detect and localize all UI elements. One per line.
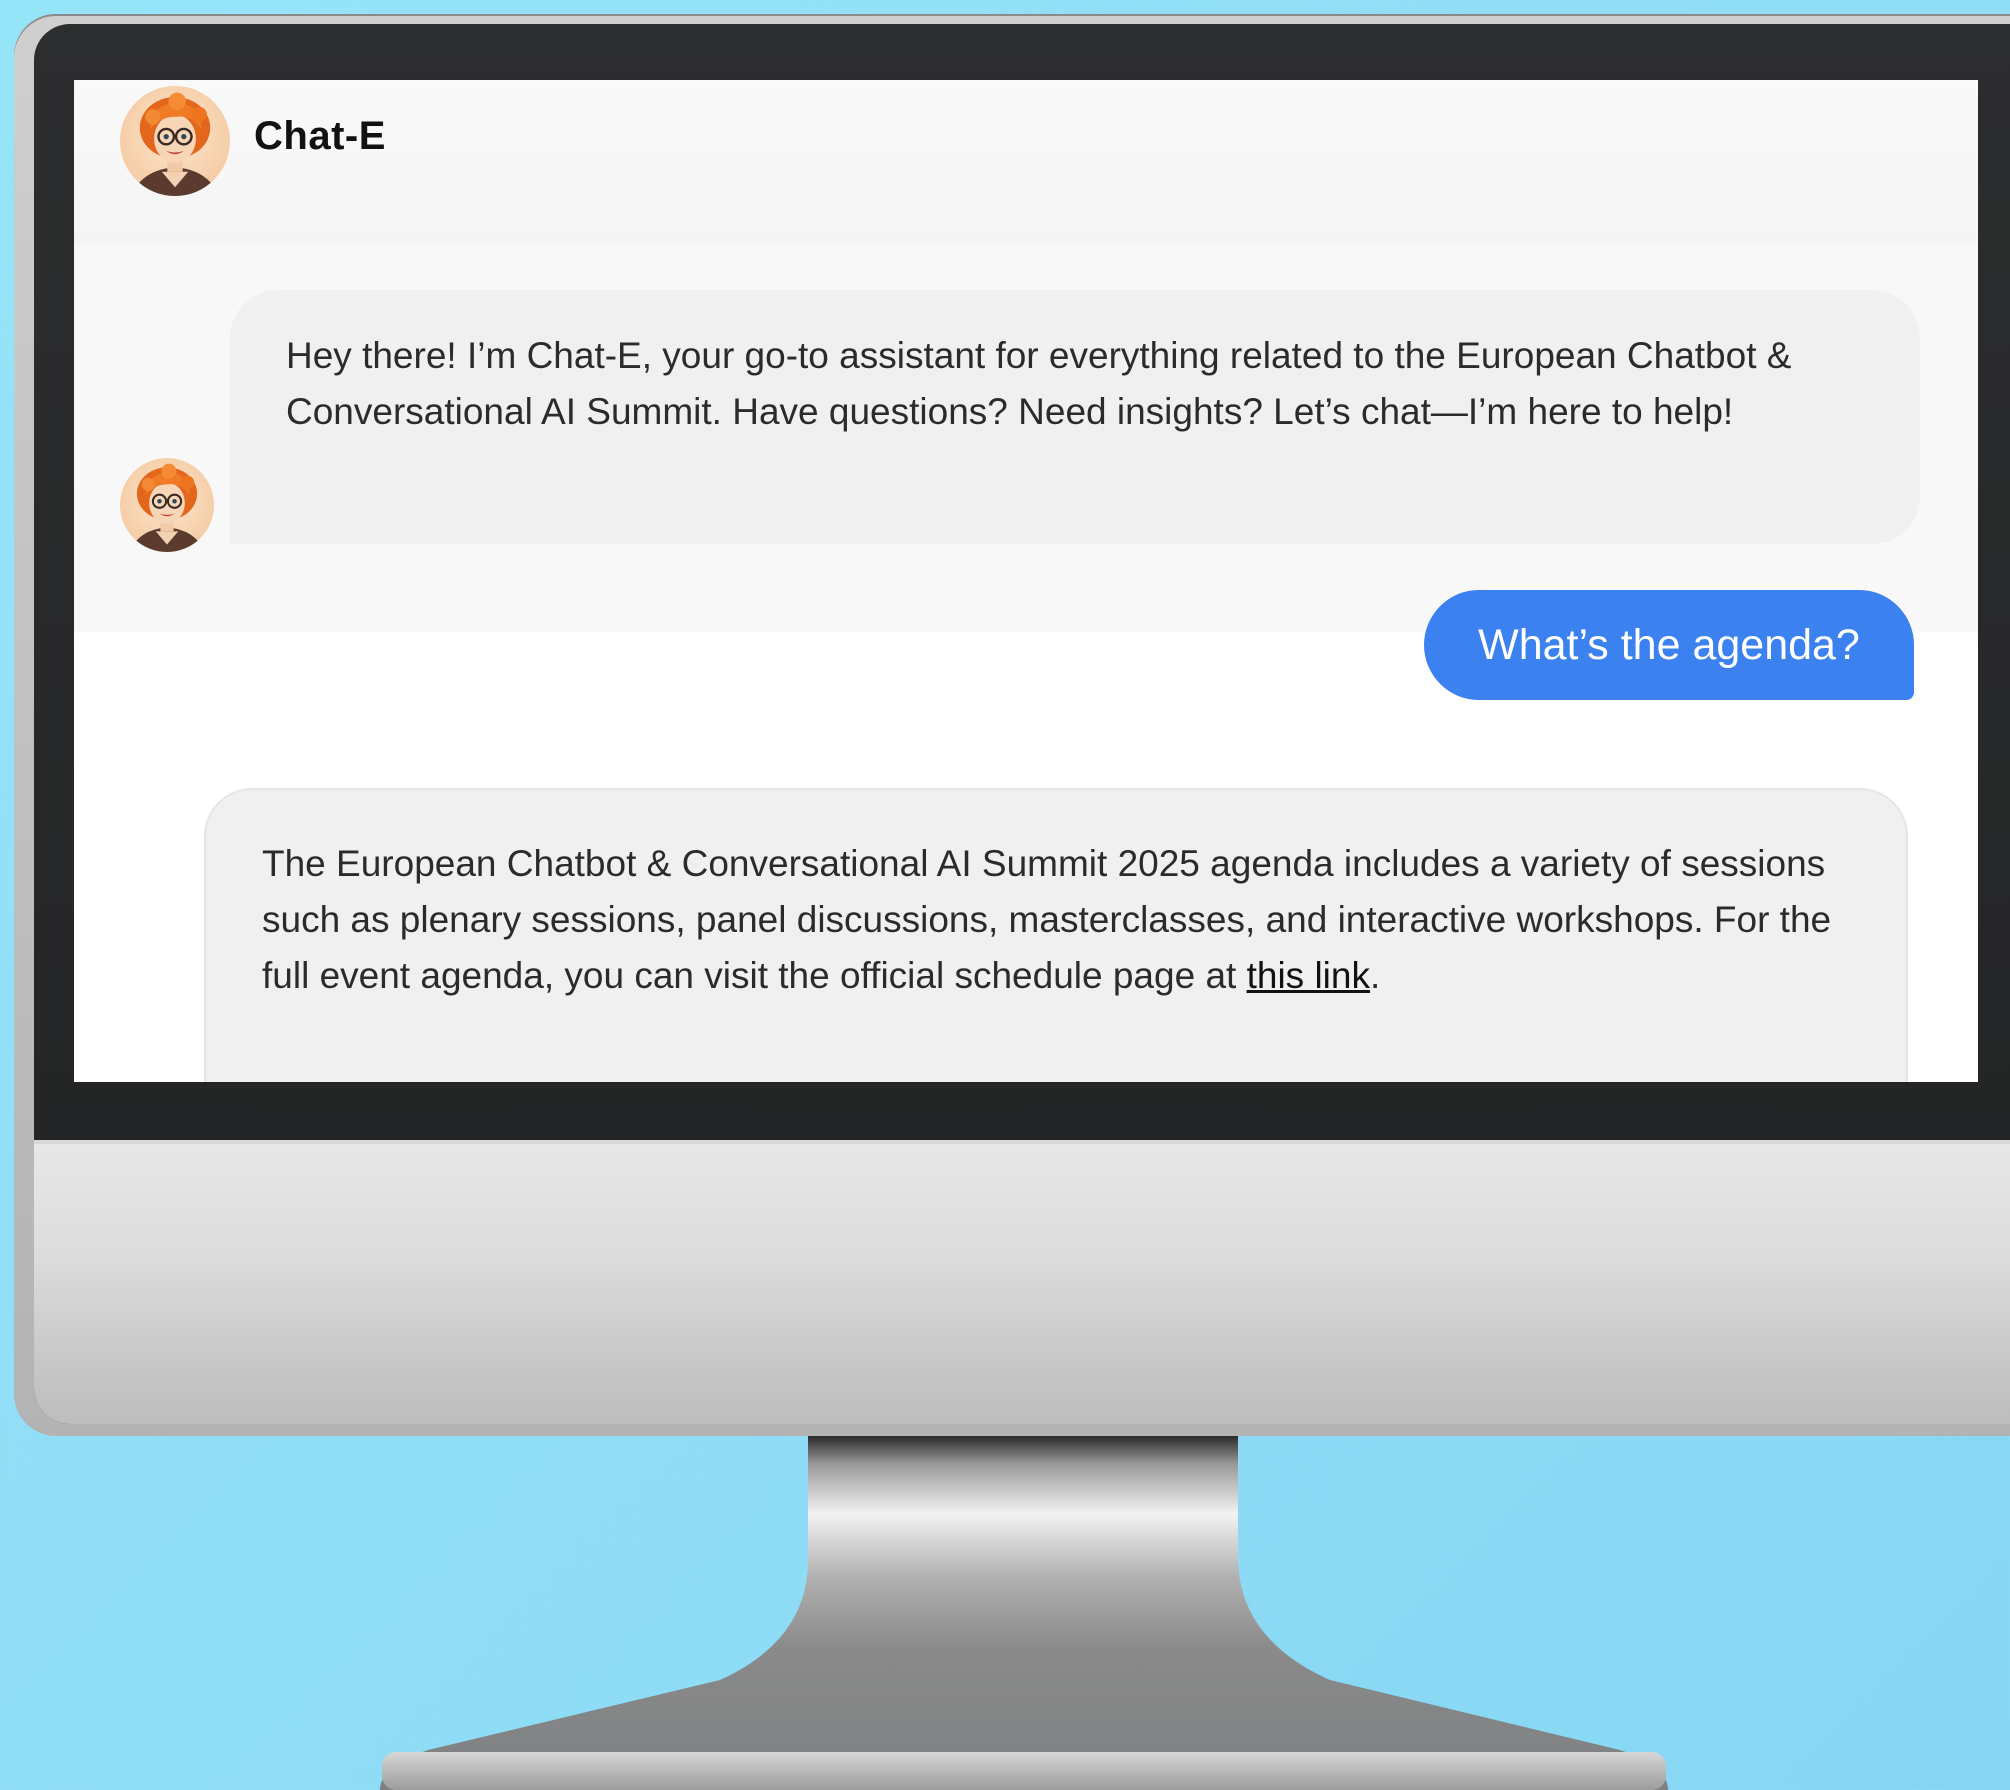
chat-title: Chat-E: [254, 114, 386, 158]
chat-screen: Chat-E Hey there! I’m Chat-E, your go-to…: [74, 80, 1978, 1082]
bot-message: The European Chatbot & Conversational AI…: [204, 788, 1908, 1082]
agenda-link[interactable]: this link: [1247, 955, 1370, 996]
bot-message-text-end: .: [1369, 955, 1381, 996]
woman-avatar-icon: [120, 458, 214, 552]
chat-header: Chat-E: [74, 80, 1978, 246]
bot-message-text: The European Chatbot & Conversational AI…: [262, 843, 1832, 996]
user-message-text: What’s the agenda?: [1478, 621, 1860, 669]
woman-avatar-icon: [120, 86, 230, 196]
bot-message-text: Hey there! I’m Chat-E, your go-to assist…: [286, 335, 1792, 432]
user-message: What’s the agenda?: [1424, 590, 1914, 700]
monitor-chin: [34, 1140, 2010, 1424]
bot-message: Hey there! I’m Chat-E, your go-to assist…: [230, 290, 1920, 544]
